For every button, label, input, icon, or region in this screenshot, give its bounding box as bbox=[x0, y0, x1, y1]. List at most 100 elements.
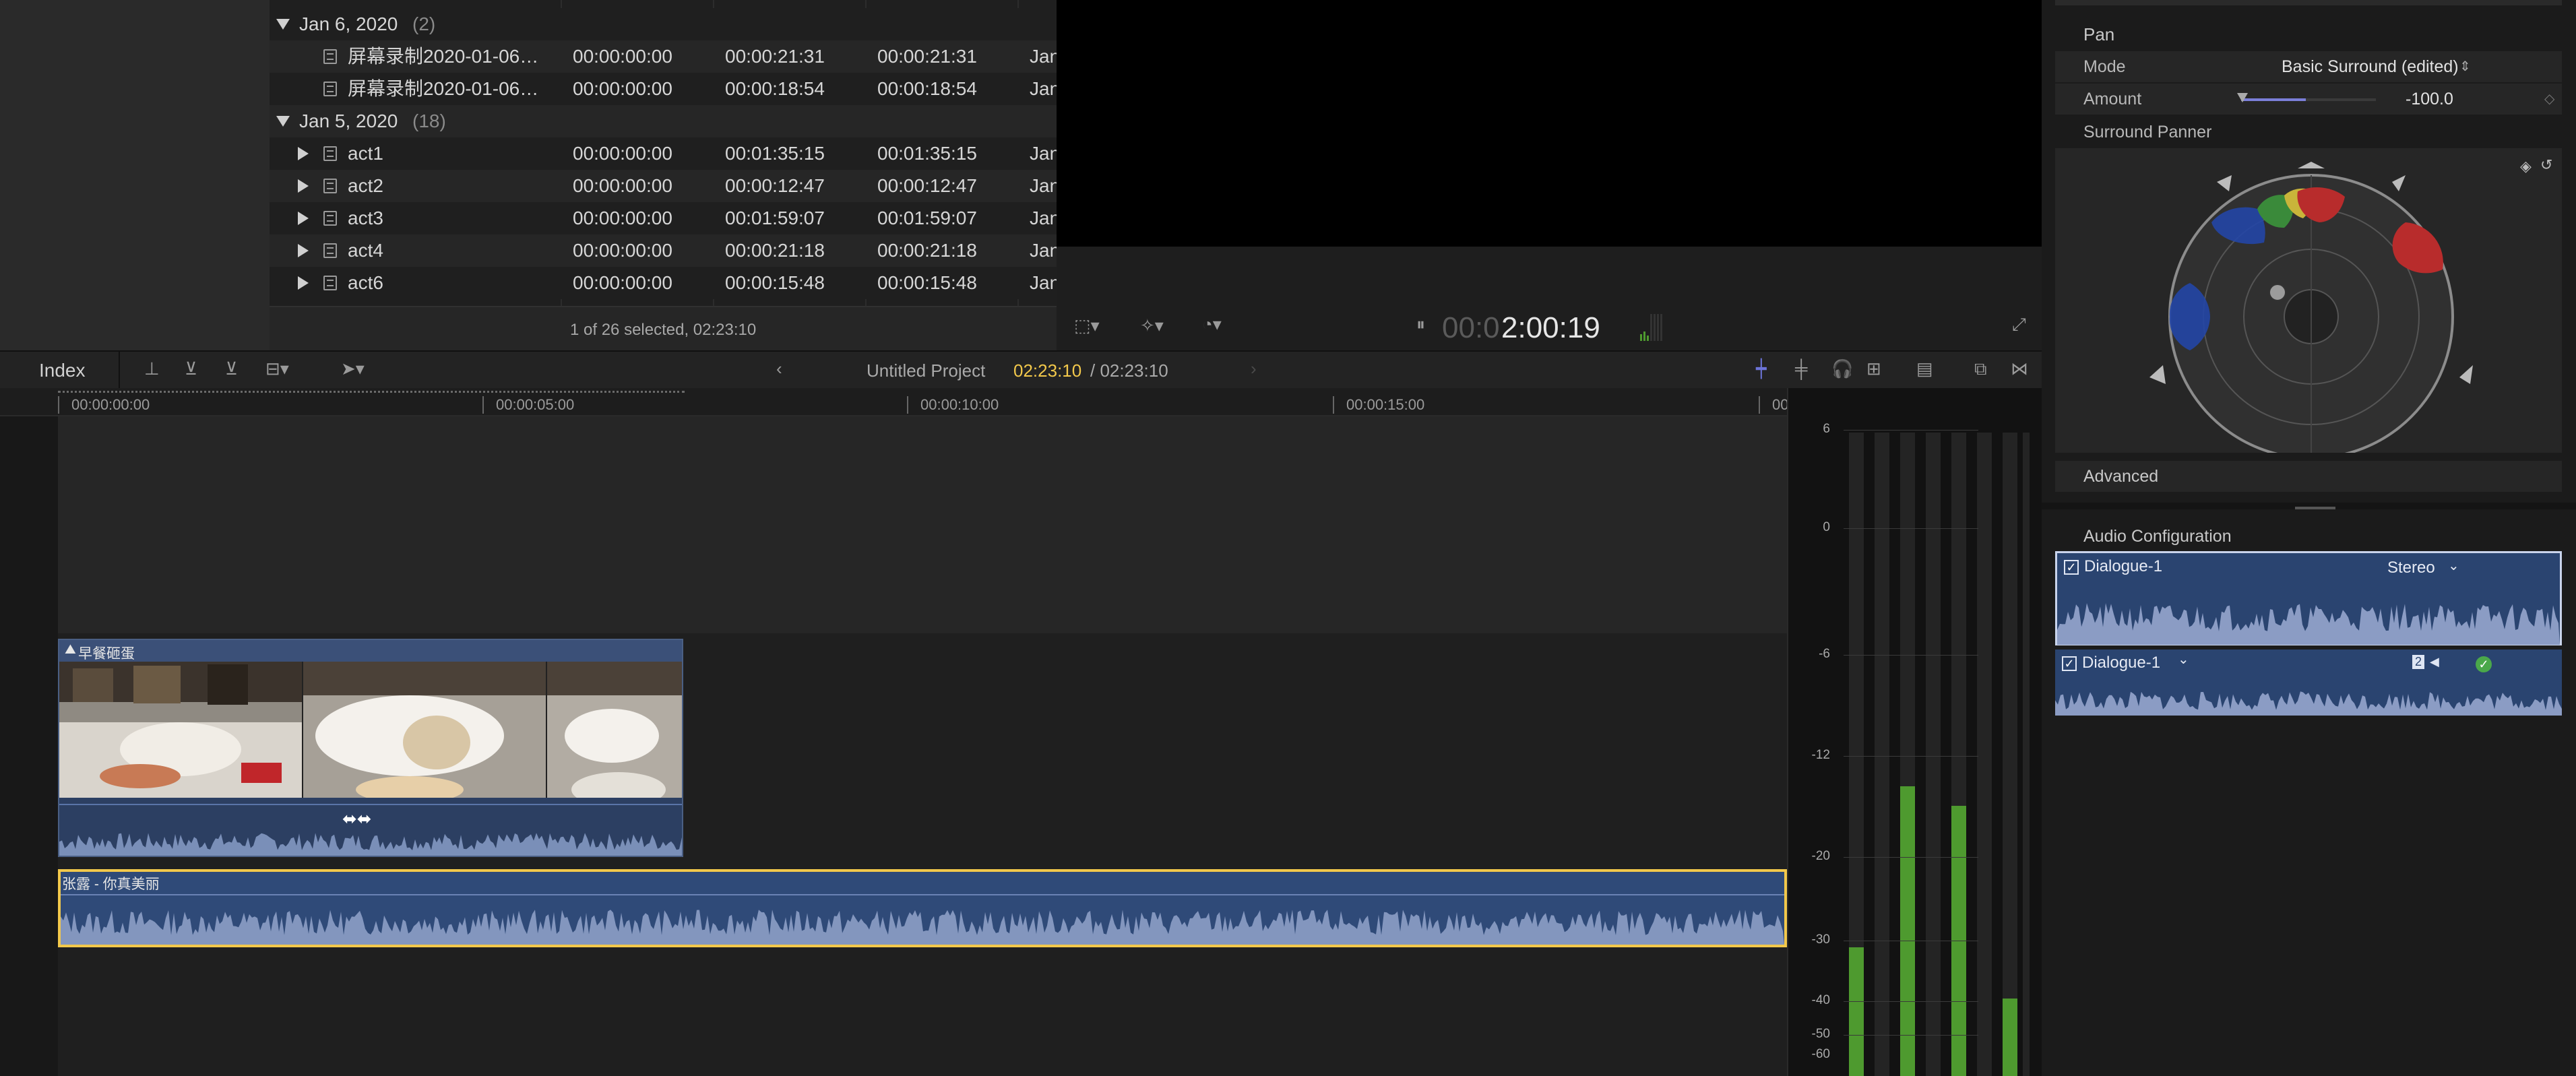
clip-end: 00:01:59:07 bbox=[725, 208, 825, 228]
transitions-browser-icon[interactable]: ⋈ bbox=[2011, 358, 2028, 379]
clip-end: 00:01:35:15 bbox=[725, 143, 825, 164]
component-checkbox[interactable]: ✓ bbox=[2062, 656, 2077, 671]
list-item[interactable]: act4 00:00:00:00 00:00:21:18 00:00:21:18… bbox=[270, 234, 1061, 267]
surround-panner[interactable]: ◈ ↺ bbox=[2055, 148, 2562, 453]
mode-label: Mode bbox=[2083, 57, 2126, 76]
audio-component-1[interactable]: ✓ Dialogue-1 Stereo ⌄ bbox=[2055, 551, 2562, 645]
clip-start: 00:00:00:00 bbox=[573, 78, 672, 99]
chevron-down-icon[interactable]: ⌄ bbox=[2448, 557, 2459, 574]
viewer-canvas[interactable] bbox=[1057, 0, 2042, 247]
disclosure-triangle-icon[interactable] bbox=[298, 147, 309, 160]
clip-date: Jan bbox=[1030, 240, 1061, 261]
ruler-label: 00:00:05:00 bbox=[496, 396, 575, 413]
amount-slider[interactable] bbox=[2237, 93, 2376, 102]
forward-arrow-icon[interactable]: › bbox=[1251, 358, 1257, 379]
audio-config-title: Audio Configuration bbox=[2083, 527, 2232, 546]
list-item[interactable]: act6 00:00:00:00 00:00:15:48 00:00:15:48… bbox=[270, 267, 1060, 299]
component-format[interactable]: Stereo bbox=[2387, 559, 2435, 577]
clip-start: 00:00:00:00 bbox=[573, 46, 672, 67]
component-waveform bbox=[2055, 691, 2562, 716]
overwrite-clip-icon[interactable]: ⊟▾ bbox=[265, 358, 289, 379]
amount-value[interactable]: -100.0 bbox=[2406, 84, 2453, 115]
range-trim-cursor-icon[interactable]: ⬌⬌ bbox=[342, 809, 372, 829]
enhance-icon[interactable]: ✧▾ bbox=[1140, 315, 1164, 336]
meter-tick: -20 bbox=[1811, 849, 1830, 863]
timecode[interactable]: 2:00:19 bbox=[1501, 311, 1600, 345]
clip-duration: 00:01:35:15 bbox=[877, 143, 977, 164]
meter-tick: 6 bbox=[1823, 422, 1830, 436]
resize-handle[interactable] bbox=[2295, 507, 2335, 509]
list-item[interactable]: 屏幕录制2020-01-06… 00:00:00:00 00:00:18:54 … bbox=[270, 73, 1060, 105]
connected-track-area[interactable] bbox=[58, 416, 1787, 633]
clip-name: act2 bbox=[348, 175, 383, 196]
advanced-row[interactable]: Advanced bbox=[2055, 461, 2562, 492]
clip-name: 屏幕录制2020-01-06… bbox=[348, 78, 539, 99]
clip-appearance-icon[interactable]: ▤ bbox=[1916, 358, 1933, 379]
video-clip[interactable]: ⛰ 早餐砸蛋 ⬌⬌ bbox=[58, 639, 683, 857]
mode-popup[interactable]: Basic Surround (edited) bbox=[2282, 51, 2459, 82]
group-row[interactable]: Jan 5, 2020 (18) bbox=[270, 105, 1057, 137]
group-row[interactable]: Jan 6, 2020 (2) bbox=[270, 8, 1057, 40]
select-tool-icon[interactable]: ➤▾ bbox=[341, 358, 365, 379]
clip-duration: 00:00:15:48 bbox=[877, 272, 977, 293]
film-icon bbox=[323, 82, 337, 96]
disclosure-triangle-icon[interactable] bbox=[298, 212, 309, 225]
mode-row: Mode Basic Surround (edited) ⇕ bbox=[2055, 51, 2562, 82]
clip-start: 00:00:00:00 bbox=[573, 240, 672, 261]
component-name: Dialogue-1 bbox=[2084, 557, 2163, 575]
popup-arrows-icon[interactable]: ⇕ bbox=[2459, 51, 2471, 82]
advanced-label[interactable]: Advanced bbox=[2083, 461, 2158, 492]
keyframe-icon[interactable]: ◇ bbox=[2544, 84, 2554, 115]
timeline-toolbar: Index ⊥ ⊻ ⊻ ⊟▾ ➤▾ ‹ Untitled Project 02:… bbox=[0, 350, 2042, 389]
snapping-icon[interactable]: ⊞ bbox=[1866, 358, 1881, 379]
append-clip-icon[interactable]: ⊻ bbox=[225, 358, 238, 379]
list-item[interactable]: act1 00:00:00:00 00:01:35:15 00:01:35:15… bbox=[270, 137, 1061, 170]
list-item[interactable]: act3 00:00:00:00 00:01:59:07 00:01:59:07… bbox=[270, 202, 1060, 234]
audio-skimming-icon[interactable]: ╪ bbox=[1795, 358, 1807, 379]
audio-inspector: Pan Mode Basic Surround (edited) ⇕ Amoun… bbox=[2042, 0, 2576, 1076]
clip-icon: ⛰ bbox=[65, 642, 76, 657]
speed-icon[interactable]: ◔▾ bbox=[1202, 314, 1222, 335]
disclosure-triangle-icon[interactable] bbox=[298, 179, 309, 193]
timeline-ruler[interactable]: 00:00:00:00 00:00:05:00 00:00:10:00 00:0… bbox=[0, 388, 1788, 416]
clip-duration: 00:00:21:18 bbox=[877, 240, 977, 261]
channel-badge: 2 bbox=[2412, 655, 2425, 669]
amount-label: Amount bbox=[2083, 90, 2142, 108]
film-icon bbox=[323, 49, 337, 64]
insert-clip-icon[interactable]: ⊻ bbox=[185, 358, 197, 379]
audio-mini-meter bbox=[1640, 314, 1662, 341]
chevron-down-icon[interactable]: ⌄ bbox=[2178, 651, 2189, 668]
disclosure-triangle-icon[interactable] bbox=[298, 276, 309, 290]
effects-browser-icon[interactable]: ⧉ bbox=[1974, 358, 1987, 380]
list-item[interactable]: 屏幕录制2020-01-06… 00:00:00:00 00:00:21:31 … bbox=[270, 40, 1060, 73]
panner-dial[interactable] bbox=[2055, 148, 2562, 453]
viewer-toolbar: ⬚▾ ✧▾ ◔▾ ⏸ 00:0 2:00:19 ⤢ bbox=[1057, 305, 2042, 350]
clip-start: 00:00:00:00 bbox=[573, 272, 672, 293]
list-item[interactable]: act2 00:00:00:00 00:00:12:47 00:00:12:47… bbox=[270, 170, 1060, 202]
clip-name: act1 bbox=[348, 143, 383, 164]
back-arrow-icon[interactable]: ‹ bbox=[776, 358, 782, 379]
connect-clip-icon[interactable]: ⊥ bbox=[144, 358, 160, 379]
slider-thumb-icon[interactable] bbox=[2237, 93, 2248, 102]
audio-meters: 6 0 -6 -12 -20 -30 -40 -50 -60 bbox=[1787, 388, 2043, 1076]
meter-tick: -6 bbox=[1819, 647, 1830, 661]
project-duration: / 02:23:10 bbox=[1090, 360, 1168, 381]
clip-name: 屏幕录制2020-01-06… bbox=[348, 46, 539, 67]
browser-list: Jan 6, 2020 (2) 屏幕录制2020-01-06… 00:00:00… bbox=[270, 0, 1061, 350]
component-checkbox[interactable]: ✓ bbox=[2064, 560, 2079, 575]
audio-component-2[interactable]: ✓ Dialogue-1 ⌄ 2 ◀ ✓ bbox=[2055, 650, 2562, 716]
disclosure-triangle-icon[interactable] bbox=[298, 244, 309, 257]
playhead-icon[interactable]: ⏸ bbox=[1416, 314, 1425, 336]
pan-section-title: Pan bbox=[2083, 24, 2115, 44]
disclosure-triangle-icon[interactable] bbox=[276, 116, 290, 127]
ruler-label: 00:00:15:00 bbox=[1346, 396, 1425, 413]
skimming-icon[interactable]: ┿ bbox=[1756, 358, 1767, 379]
index-button[interactable]: Index bbox=[39, 360, 86, 381]
clip-date: Jan bbox=[1030, 143, 1061, 164]
disclosure-triangle-icon[interactable] bbox=[276, 19, 290, 30]
audio-clip[interactable]: 张露 - 你真美丽 bbox=[58, 869, 1787, 947]
transform-icon[interactable]: ⬚▾ bbox=[1074, 315, 1100, 336]
headphones-icon[interactable]: 🎧 bbox=[1831, 358, 1853, 379]
panner-title: Surround Panner bbox=[2083, 123, 2212, 141]
fullscreen-icon[interactable]: ⤢ bbox=[2012, 314, 2026, 336]
